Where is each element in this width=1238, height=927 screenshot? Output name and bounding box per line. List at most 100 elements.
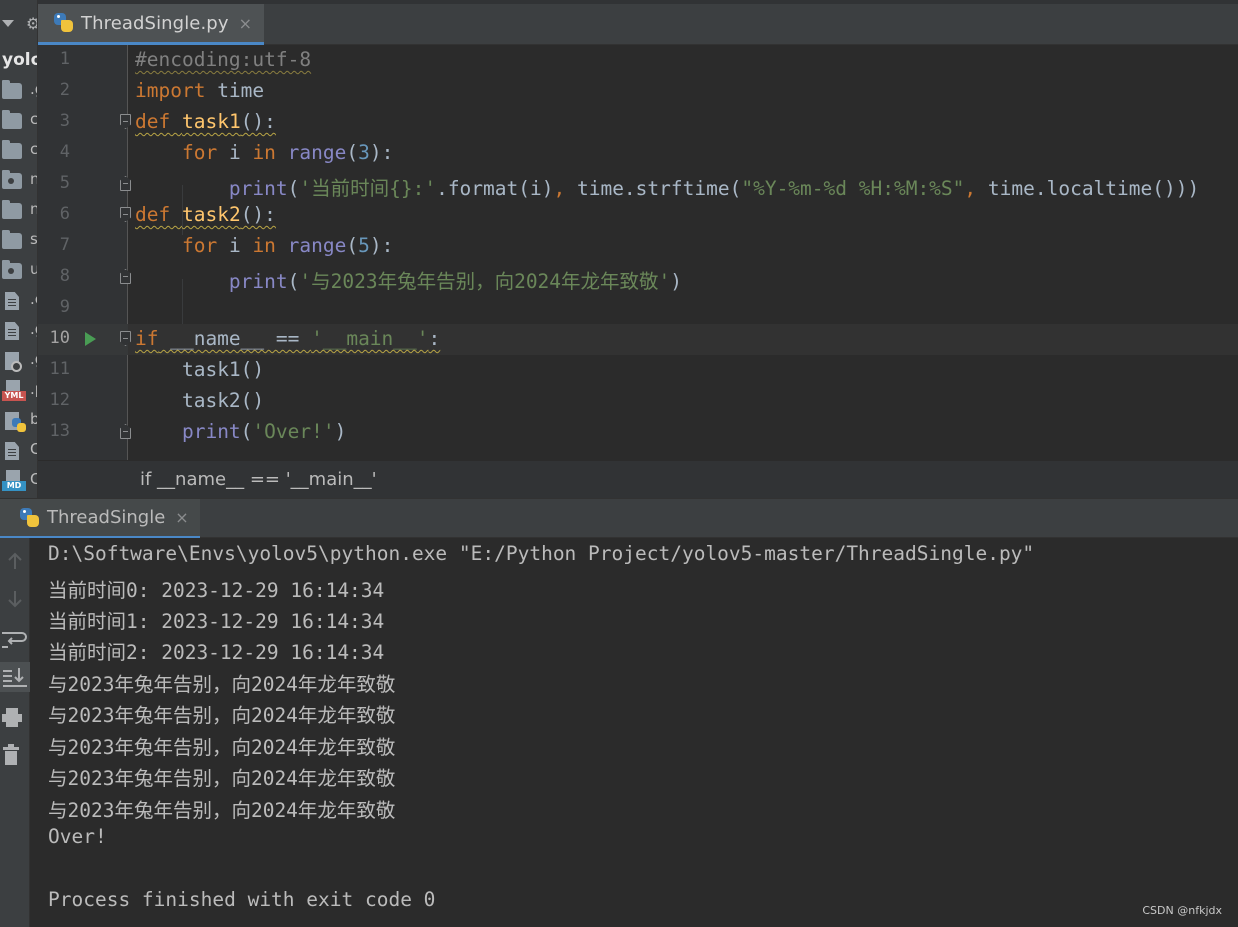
code-keyword: for — [181, 141, 218, 164]
code-text: def task1(): — [135, 110, 276, 133]
code-comma: , — [553, 177, 566, 200]
line-number: 10 — [49, 328, 70, 348]
code-token: ( — [346, 234, 359, 257]
code-builtin: range — [287, 141, 347, 164]
code-string: '__main__' — [311, 327, 429, 350]
gutter-cell: 2 — [38, 76, 128, 107]
project-header: ⚙ — [0, 8, 37, 38]
tree-item[interactable]: MD C — [2, 468, 37, 494]
code-token: i — [217, 234, 253, 257]
trash-icon[interactable] — [0, 740, 30, 770]
collapse-arrow-icon[interactable] — [2, 20, 14, 27]
code-line[interactable]: 8 print('与2023年兔年告别，向2024年龙年致敬') — [38, 262, 1238, 293]
fold-open-icon[interactable] — [120, 331, 131, 346]
package-folder-icon — [2, 170, 22, 189]
console-line: 当前时间0: 2023-12-29 16:14:34 — [48, 579, 385, 602]
scroll-to-end-icon[interactable] — [0, 662, 30, 692]
code-text: import time — [135, 79, 264, 102]
tree-item-label: u — [30, 260, 37, 278]
tree-item[interactable]: C — [2, 438, 37, 464]
close-icon[interactable]: × — [175, 508, 188, 527]
gutter-cell: 7 — [38, 231, 128, 262]
gutter-cell: 6 — [38, 200, 131, 231]
line-number: 7 — [59, 235, 70, 255]
code-line[interactable]: 13 print('Over!') — [38, 417, 1238, 448]
code-line[interactable]: 4 for i in range(3): — [38, 138, 1238, 169]
console-line: Over! — [48, 825, 107, 848]
gutter-cell: 13 — [38, 417, 131, 448]
code-line[interactable]: 2 import time — [38, 76, 1238, 107]
code-line[interactable]: 6 def task2(): — [38, 200, 1238, 231]
print-icon[interactable] — [0, 702, 30, 732]
gutter-cell: 10 — [38, 324, 131, 355]
line-number: 6 — [59, 204, 70, 224]
code-line[interactable]: 12 task2() — [38, 386, 1238, 417]
tree-item[interactable]: c — [2, 108, 37, 134]
run-arrow-icon[interactable] — [85, 332, 96, 346]
tree-item[interactable]: c — [2, 138, 37, 164]
tree-item-label: .g — [30, 350, 37, 368]
code-string: 'Over!' — [252, 420, 335, 443]
tree-item[interactable]: .g — [2, 318, 37, 344]
code-function-name: task2 — [181, 203, 241, 226]
tab-threadsingle-py[interactable]: ThreadSingle.py × — [38, 4, 264, 45]
tree-item[interactable]: b — [2, 408, 37, 434]
tree-item-label: s — [30, 230, 38, 248]
code-keyword: for — [181, 234, 218, 257]
gutter-cell: 8 — [38, 262, 131, 293]
run-console[interactable]: D:\Software\Envs\yolov5\python.exe "E:/P… — [30, 538, 1238, 927]
code-string: '当前时间{}:' — [299, 177, 437, 200]
settings-icon[interactable]: ⚙ — [26, 14, 37, 33]
gutter-cell: 4 — [38, 138, 128, 169]
line-number: 12 — [49, 390, 70, 410]
code-line[interactable]: 7 for i in range(5): — [38, 231, 1238, 262]
folder-icon — [2, 80, 22, 99]
gutter-cell: 3 — [38, 107, 131, 138]
code-token: time.strftime( — [565, 177, 742, 200]
code-editor[interactable]: 1 #encoding:utf-8 2 import time 3 def ta… — [38, 45, 1238, 460]
breadcrumb[interactable]: if __name__ == '__main__' — [140, 469, 377, 490]
tree-item[interactable]: s — [2, 228, 38, 254]
code-token: time — [205, 79, 265, 102]
gutter-cell: 1 — [38, 45, 128, 76]
file-icon — [5, 322, 19, 340]
code-line[interactable]: 3 def task1(): — [38, 107, 1238, 138]
code-line[interactable]: 5 print('当前时间{}:'.format(i), time.strfti… — [38, 169, 1238, 200]
code-builtin: print — [181, 420, 241, 443]
console-line: 与2023年兔年告别，向2024年龙年致敬 — [48, 767, 396, 790]
soft-wrap-icon[interactable] — [0, 624, 30, 654]
tree-item-label: .c — [30, 290, 37, 308]
project-root-name[interactable]: yolo — [2, 50, 37, 70]
code-keyword: import — [135, 79, 206, 102]
fold-open-icon[interactable] — [120, 114, 131, 129]
code-token: task2() — [181, 389, 265, 412]
tree-item-label: b — [30, 410, 37, 428]
tree-item[interactable]: .c — [2, 288, 37, 314]
code-line-current[interactable]: 10 if __name__ == '__main__': — [38, 324, 1238, 355]
tree-item[interactable]: YML .p — [2, 378, 37, 404]
gutter-cell: 5 — [38, 169, 131, 200]
line-number: 1 — [59, 49, 70, 69]
scroll-down-icon[interactable] — [0, 584, 30, 614]
fold-close-icon[interactable] — [120, 424, 131, 439]
yaml-file-icon: YML — [2, 380, 26, 401]
code-line[interactable]: 9 — [38, 293, 1238, 324]
tree-item-label: C — [30, 470, 37, 488]
tree-item[interactable]: .g — [2, 348, 37, 374]
fold-close-icon[interactable] — [120, 269, 131, 284]
tree-item[interactable]: n — [2, 198, 37, 224]
tab-run-threadsingle[interactable]: ThreadSingle × — [0, 499, 200, 539]
tree-item[interactable]: .g — [2, 78, 37, 104]
fold-close-icon[interactable] — [120, 176, 131, 191]
fold-open-icon[interactable] — [120, 207, 131, 222]
code-line[interactable]: 11 task1() — [38, 355, 1238, 386]
tree-item[interactable]: u — [2, 258, 37, 284]
close-icon[interactable]: × — [239, 14, 252, 33]
tree-item[interactable]: n — [2, 168, 37, 194]
code-line[interactable]: 1 #encoding:utf-8 — [38, 45, 1238, 76]
scroll-up-icon[interactable] — [0, 546, 30, 576]
code-comma: , — [964, 177, 977, 200]
